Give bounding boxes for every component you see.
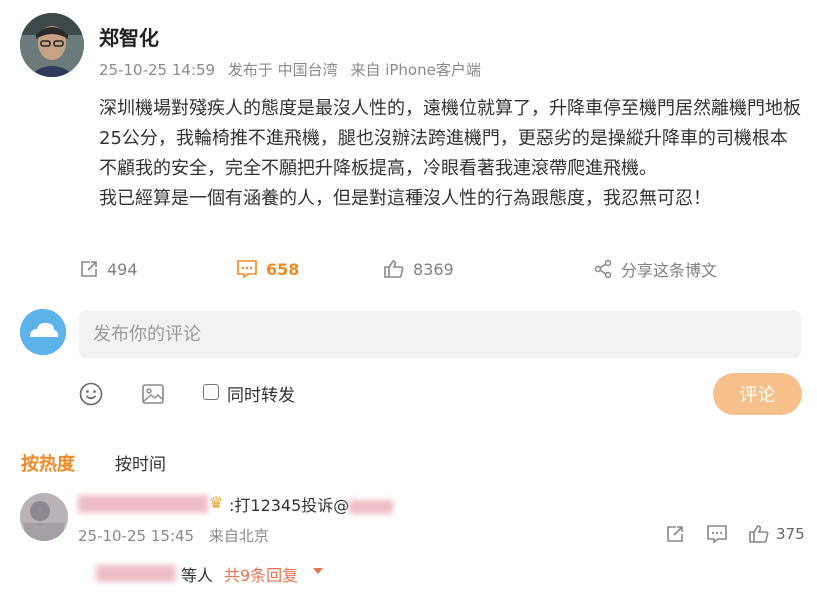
share-label: 分享这条博文: [621, 261, 718, 280]
repost-icon: [667, 526, 683, 542]
comment-icon: [707, 525, 727, 544]
comment-repost-button[interactable]: [665, 524, 685, 544]
thumbs-up-icon: [749, 525, 769, 543]
like-count: 8369: [413, 259, 454, 279]
replies-toggle[interactable]: 共9条回复: [224, 562, 298, 586]
image-button[interactable]: [140, 381, 166, 407]
smile-icon: [79, 382, 103, 406]
comment-date: 25-10-25 15:45: [78, 527, 195, 545]
commenter-name[interactable]: [78, 495, 208, 513]
post-date[interactable]: 25-10-25 14:59: [99, 61, 215, 79]
author-name[interactable]: 郑智化: [99, 22, 159, 51]
author-avatar[interactable]: [20, 13, 84, 77]
post-location: 发布于 中国台湾: [227, 61, 338, 79]
comment-meta: 25-10-25 15:45 来自北京: [78, 525, 279, 546]
tab-sort-time[interactable]: 按时间: [115, 450, 166, 475]
comment-reply-button[interactable]: [706, 524, 728, 544]
comment-icon: [237, 260, 257, 279]
tab-sort-hot[interactable]: 按热度: [21, 450, 75, 476]
emoji-button[interactable]: [78, 381, 104, 407]
repost-count: 494: [107, 259, 138, 279]
post-meta: 25-10-25 14:59 发布于 中国台湾 来自 iPhone客户端: [99, 59, 489, 80]
chevron-down-icon[interactable]: [313, 568, 323, 574]
comment-count: 658: [266, 259, 300, 279]
comment-input[interactable]: [79, 311, 801, 358]
repost-checkbox[interactable]: [203, 384, 219, 400]
share-button[interactable]: 分享这条博文: [593, 256, 717, 282]
repost-button[interactable]: 494: [79, 256, 138, 282]
commenter-avatar[interactable]: [20, 493, 68, 541]
repost-icon: [81, 261, 97, 277]
comment-location: 来自北京: [208, 527, 269, 545]
comment-like-button[interactable]: 375: [748, 524, 805, 544]
comment-button[interactable]: 658: [236, 256, 299, 282]
share-icon: [594, 259, 612, 279]
submit-comment-button[interactable]: 评论: [713, 373, 802, 415]
replies-who: 等人: [181, 566, 214, 585]
repost-checkbox-label[interactable]: 同时转发: [227, 381, 295, 406]
comment-text: :打12345投诉@: [229, 492, 394, 516]
comment-content: :打12345投诉@: [229, 496, 350, 515]
comment-like-count: 375: [776, 525, 805, 543]
post-paragraph: 深圳機場對殘疾人的態度是最沒人性的，遠機位就算了，升降車停至機門居然離機門地板2…: [99, 98, 801, 179]
post-source: 来自 iPhone客户端: [350, 61, 481, 79]
post-body: 深圳機場對殘疾人的態度是最沒人性的，遠機位就算了，升降車停至機門居然離機門地板2…: [99, 94, 804, 214]
mention-link[interactable]: [349, 499, 394, 514]
reply-users[interactable]: [96, 565, 176, 582]
post-paragraph: 我已經算是一個有涵養的人，但是對這種沒人性的行為跟態度，我忍無可忍！: [99, 188, 711, 209]
image-icon: [142, 384, 164, 404]
like-button[interactable]: 8369: [383, 256, 454, 282]
crown-icon: ♛: [209, 493, 224, 512]
current-user-avatar: [20, 309, 66, 355]
thumbs-up-icon: [384, 260, 404, 278]
